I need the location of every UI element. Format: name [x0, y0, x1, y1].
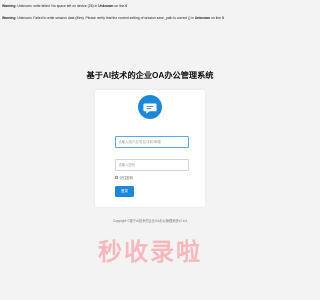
login-button[interactable]: 登录	[115, 186, 134, 197]
copyright-text: Copyright ©基于AI技术的企业OA办公管理系统v2.6.5	[112, 219, 188, 223]
page-title: 基于AI技术的企业OA办公管理系统	[86, 71, 214, 80]
warning-location: Unknown	[98, 4, 114, 8]
username-input[interactable]	[115, 136, 189, 148]
warning-text: : Unknown: Failed to write session data …	[15, 16, 195, 20]
warning-label: Warning	[2, 16, 16, 20]
warning-location: Unknown	[194, 16, 211, 20]
php-warning-message: Warning: Unknown: write failed: No space…	[2, 4, 127, 9]
remember-checkbox[interactable]	[115, 175, 119, 180]
warning-line-number: 0	[222, 16, 224, 20]
warning-line-number: 0	[125, 4, 128, 8]
watermark-text: 秒收录啦	[98, 238, 202, 266]
php-warning-message: Warning: Unknown: Failed to write sessio…	[2, 16, 224, 21]
password-input[interactable]	[115, 159, 189, 171]
warning-text: : Unknown: write failed: No space left o…	[15, 4, 99, 8]
chat-bubble-icon	[143, 103, 157, 114]
warning-line-text: on line	[113, 4, 126, 8]
remember-label: 记住密码	[119, 176, 133, 180]
remember-password[interactable]: 记住密码	[115, 175, 133, 180]
warning-line-text: on line	[210, 16, 223, 20]
logo	[138, 95, 162, 119]
warning-label: Warning	[2, 4, 16, 8]
